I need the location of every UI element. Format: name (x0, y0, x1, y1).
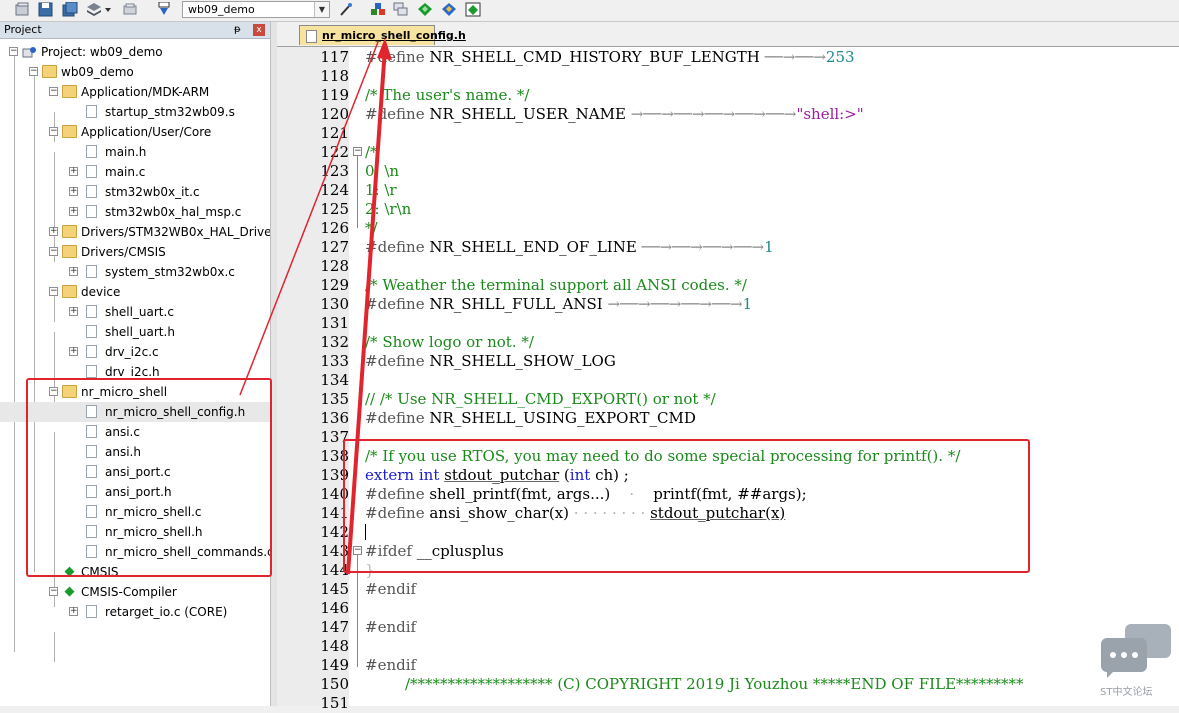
watermark-text: ST中文论坛 (1100, 687, 1153, 698)
chat-bubble-icon (1099, 622, 1173, 678)
red-arrow (239, 38, 392, 575)
